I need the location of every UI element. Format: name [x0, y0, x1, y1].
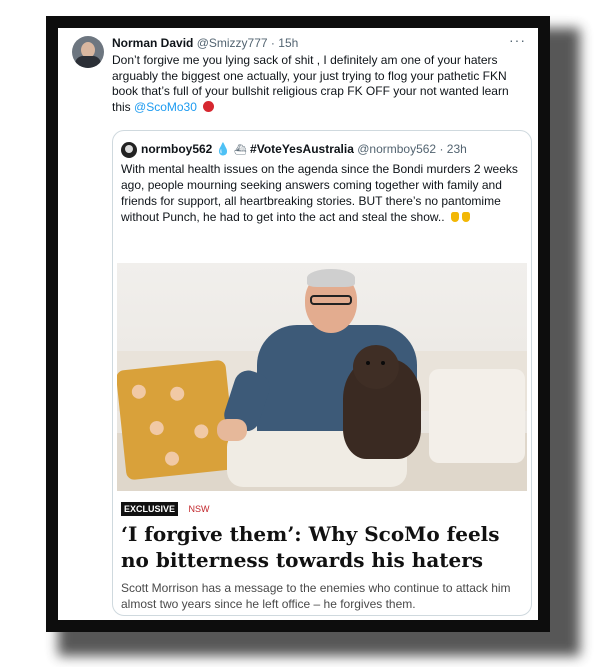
photo-cushion-white [429, 369, 525, 463]
photo-man-hair [307, 269, 355, 287]
photo-man-hand [217, 419, 247, 441]
quoted-author-tag[interactable]: #VoteYesAustralia [250, 142, 354, 156]
cushion-pattern [169, 386, 185, 402]
mention-link[interactable]: @ScoMo30 [134, 100, 197, 114]
quoted-text: With mental health issues on the agenda … [121, 161, 523, 225]
photo-dog-eye [366, 361, 370, 365]
photo-cushion-floral [117, 359, 237, 481]
point-down-icon [461, 212, 470, 222]
tweet-time[interactable]: 15h [278, 36, 298, 50]
cushion-pattern [131, 384, 147, 400]
avatar-suit [75, 56, 101, 68]
author-name[interactable]: Norman David [112, 36, 193, 50]
quoted-avatar[interactable] [121, 142, 137, 158]
droplet-icon: 💧 [215, 142, 231, 156]
more-icon[interactable]: ··· [509, 32, 526, 48]
tweet-header: Norman David @Smizzy777 · 15h [112, 36, 298, 50]
cushion-pattern [164, 450, 180, 467]
tweet-text: Don’t forgive me you lying sack of shit … [112, 53, 522, 115]
quoted-tweet[interactable]: normboy562 💧 ⛴ #VoteYesAustralia @normbo… [112, 130, 532, 616]
article-summary: Scott Morrison has a message to the enem… [121, 581, 511, 611]
quoted-author-handle[interactable]: @normboy562 [357, 142, 436, 156]
point-down-icon [450, 212, 459, 222]
separator-dot: · [439, 142, 444, 156]
photo-man-glasses [310, 295, 352, 305]
cushion-pattern [193, 423, 210, 440]
exclusive-badge: EXCLUSIVE [121, 502, 179, 516]
quoted-time[interactable]: 23h [447, 142, 467, 156]
article-headline[interactable]: ‘I forgive them’: Why ScoMo feels no bit… [121, 521, 521, 573]
separator-dot: · [270, 36, 275, 50]
section-label[interactable]: NSW [188, 504, 209, 514]
ship-icon: ⛴ [234, 145, 247, 156]
author-handle[interactable]: @Smizzy777 [197, 36, 268, 50]
photo-dog-eye [381, 361, 385, 365]
angry-emoji-icon [203, 100, 215, 112]
photo-dog-head [353, 345, 399, 389]
tweet-card[interactable]: Norman David @Smizzy777 · 15h ··· Don’t … [58, 28, 538, 620]
quoted-author-name[interactable]: normboy562 [141, 142, 212, 156]
avatar[interactable] [72, 36, 104, 68]
cushion-pattern [149, 420, 165, 436]
article-meta: EXCLUSIVE NSW [121, 499, 521, 517]
article-photo[interactable] [117, 263, 527, 491]
quoted-header: normboy562 💧 ⛴ #VoteYesAustralia @normbo… [141, 142, 467, 156]
